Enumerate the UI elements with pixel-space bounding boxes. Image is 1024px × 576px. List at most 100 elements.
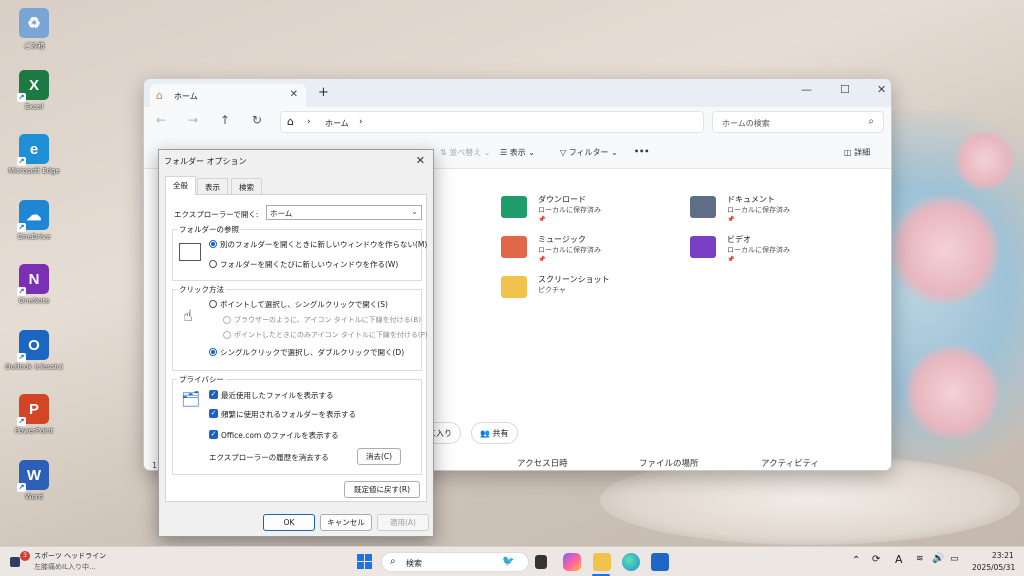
- news-title[interactable]: スポーツ ヘッドライン: [34, 551, 106, 561]
- desktop-icon[interactable]: W ↗ Word: [4, 460, 64, 501]
- click-opt1-label[interactable]: ポイントして選択し、シングルクリックで開く(S): [220, 299, 388, 310]
- search-input[interactable]: ホームの検索: [722, 118, 770, 129]
- priv3-label[interactable]: Office.com のファイルを表示する: [221, 430, 339, 441]
- minimize-button[interactable]: —: [801, 83, 812, 96]
- desktop-icon[interactable]: X ↗ Excel: [4, 70, 64, 111]
- tab-search[interactable]: 検索: [231, 178, 262, 194]
- taskbar-search-input[interactable]: 検索: [406, 558, 422, 569]
- shared-tab[interactable]: 👥 共有: [471, 422, 518, 444]
- desktop-icon[interactable]: ☁ ↗ OneDrive: [4, 200, 64, 241]
- privacy-group-title: プライバシー: [177, 374, 226, 385]
- folder-subtitle: ローカルに保存済み: [538, 246, 601, 254]
- address-bar[interactable]: ⌂ › ホーム ›: [280, 111, 704, 133]
- priv2-label[interactable]: 頻繁に使用されるフォルダーを表示する: [221, 409, 356, 420]
- copilot-icon[interactable]: [563, 553, 581, 571]
- back-button[interactable]: ←: [156, 113, 166, 127]
- breadcrumb-home[interactable]: ホーム: [325, 118, 349, 129]
- column-location[interactable]: ファイルの場所: [639, 457, 699, 469]
- radio-underline-always[interactable]: [223, 316, 231, 324]
- view-button[interactable]: ☰ 表示 ⌄: [500, 147, 535, 158]
- quick-access-folder[interactable]: ビデオ ローカルに保存済み 📌: [690, 232, 860, 266]
- cancel-button[interactable]: キャンセル: [320, 514, 372, 531]
- desktop-icon[interactable]: e ↗ Microsoft Edge: [4, 134, 64, 175]
- browse-folders-group: フォルダーの参照 別のフォルダーを開くときに新しいウィンドウを作らない(M) フ…: [172, 224, 427, 281]
- tab-home[interactable]: ⌂ ホーム ✕: [150, 84, 306, 107]
- wifi-icon[interactable]: ≋: [916, 554, 924, 564]
- file-explorer-taskbar-icon[interactable]: [593, 553, 611, 571]
- wallpaper-blossom: [905, 345, 1000, 440]
- checkbox-frequent-folders[interactable]: ✓: [209, 409, 218, 418]
- chevron-right-icon[interactable]: ›: [359, 117, 363, 127]
- desktop-icon[interactable]: ♻ ごみ箱: [4, 8, 64, 51]
- navigation-bar: ← → ↑ ↻ ⌂ › ホーム › ホームの検索 ⌕: [144, 107, 891, 135]
- store-icon[interactable]: [651, 553, 669, 571]
- clock-time[interactable]: 23:21: [992, 551, 1014, 560]
- browse-opt2-label[interactable]: フォルダーを開くたびに新しいウィンドウを作る(W): [220, 259, 398, 270]
- checkbox-office-files[interactable]: ✓: [209, 430, 218, 439]
- desktop-icon[interactable]: N ↗ OneNote: [4, 264, 64, 305]
- news-subtitle[interactable]: 左膝痛めIL入り中...: [34, 562, 96, 572]
- desktop-icon[interactable]: P ↗ PowerPoint: [4, 394, 64, 435]
- dialog-title: フォルダー オプション: [164, 157, 247, 166]
- radio-underline-hover[interactable]: [223, 331, 231, 339]
- app-icon: X ↗: [17, 70, 49, 102]
- shortcut-arrow-icon: ↗: [17, 157, 26, 166]
- shortcut-arrow-icon: ↗: [17, 483, 26, 492]
- radio-new-window[interactable]: [209, 260, 217, 268]
- radio-double-click[interactable]: [209, 348, 217, 356]
- shared-label: 共有: [492, 429, 509, 438]
- browse-opt1-label[interactable]: 別のフォルダーを開くときに新しいウィンドウを作らない(M): [220, 239, 427, 250]
- apply-button[interactable]: 適用(A): [377, 514, 429, 531]
- app-icon: P ↗: [17, 394, 49, 426]
- clock-date[interactable]: 2025/05/31: [972, 563, 1015, 572]
- maximize-button[interactable]: ☐: [840, 83, 850, 96]
- folder-icon: [501, 236, 527, 258]
- click-opt2-label[interactable]: シングルクリックで選択し、ダブルクリックで開く(D): [220, 347, 404, 358]
- checkbox-recent-files[interactable]: ✓: [209, 390, 218, 399]
- battery-icon[interactable]: ▭: [950, 554, 959, 564]
- close-icon[interactable]: ✕: [416, 154, 425, 167]
- ok-button[interactable]: OK: [263, 514, 315, 531]
- up-button[interactable]: ↑: [220, 113, 230, 127]
- folder-name: スクリーンショット: [538, 275, 610, 284]
- edge-taskbar-icon[interactable]: [622, 553, 640, 571]
- folder-name: ミュージック: [538, 235, 586, 244]
- new-tab-button[interactable]: +: [318, 85, 329, 100]
- tab-general[interactable]: 全般: [165, 176, 196, 195]
- chevron-down-icon: ⌄: [411, 207, 418, 216]
- start-button[interactable]: [356, 553, 374, 571]
- tab-view[interactable]: 表示: [197, 178, 228, 194]
- quick-access-folder[interactable]: ドキュメント ローカルに保存済み 📌: [690, 192, 860, 226]
- people-icon: 👥: [480, 429, 493, 438]
- desktop-icon[interactable]: O ↗ Outlook (classic): [4, 330, 64, 371]
- details-button[interactable]: ◫ 詳細: [844, 147, 870, 158]
- close-window-button[interactable]: ✕: [877, 83, 886, 96]
- open-in-select[interactable]: ホーム ⌄: [266, 205, 422, 220]
- column-access-date[interactable]: アクセス日時: [517, 457, 568, 469]
- ime-indicator[interactable]: A: [895, 553, 903, 566]
- search-highlight-icon: 🐦: [502, 556, 515, 567]
- clear-history-button[interactable]: 消去(C): [357, 448, 401, 465]
- radio-same-window[interactable]: [209, 240, 217, 248]
- radio-single-click[interactable]: [209, 300, 217, 308]
- priv1-label[interactable]: 最近使用したファイルを表示する: [221, 390, 334, 401]
- quick-access-folder[interactable]: スクリーンショット ピクチャ: [501, 272, 671, 306]
- task-view-icon[interactable]: [535, 555, 547, 569]
- folder-name: ダウンロード: [538, 195, 586, 204]
- column-activity[interactable]: アクティビティ: [761, 457, 819, 469]
- sort-button[interactable]: ⇅ 並べ替え ⌄: [440, 147, 491, 158]
- filter-button[interactable]: ▽ フィルター ⌄: [560, 147, 618, 158]
- news-widget-icon[interactable]: 3: [10, 551, 30, 569]
- close-tab-icon[interactable]: ✕: [290, 89, 298, 100]
- taskbar-search-box[interactable]: ⌕ 検索 🐦: [381, 552, 529, 572]
- volume-icon[interactable]: 🔊: [932, 553, 944, 564]
- refresh-button[interactable]: ↻: [252, 113, 262, 127]
- sync-icon[interactable]: ⟳: [872, 554, 880, 565]
- quick-access-folder[interactable]: ダウンロード ローカルに保存済み 📌: [501, 192, 671, 226]
- more-options-icon[interactable]: •••: [634, 147, 649, 156]
- restore-defaults-button[interactable]: 既定値に戻す(R): [344, 481, 420, 498]
- search-box[interactable]: ホームの検索 ⌕: [712, 111, 884, 133]
- quick-access-folder[interactable]: ミュージック ローカルに保存済み 📌: [501, 232, 671, 266]
- chevron-up-icon[interactable]: ⌃: [852, 555, 860, 566]
- forward-button[interactable]: →: [188, 113, 198, 127]
